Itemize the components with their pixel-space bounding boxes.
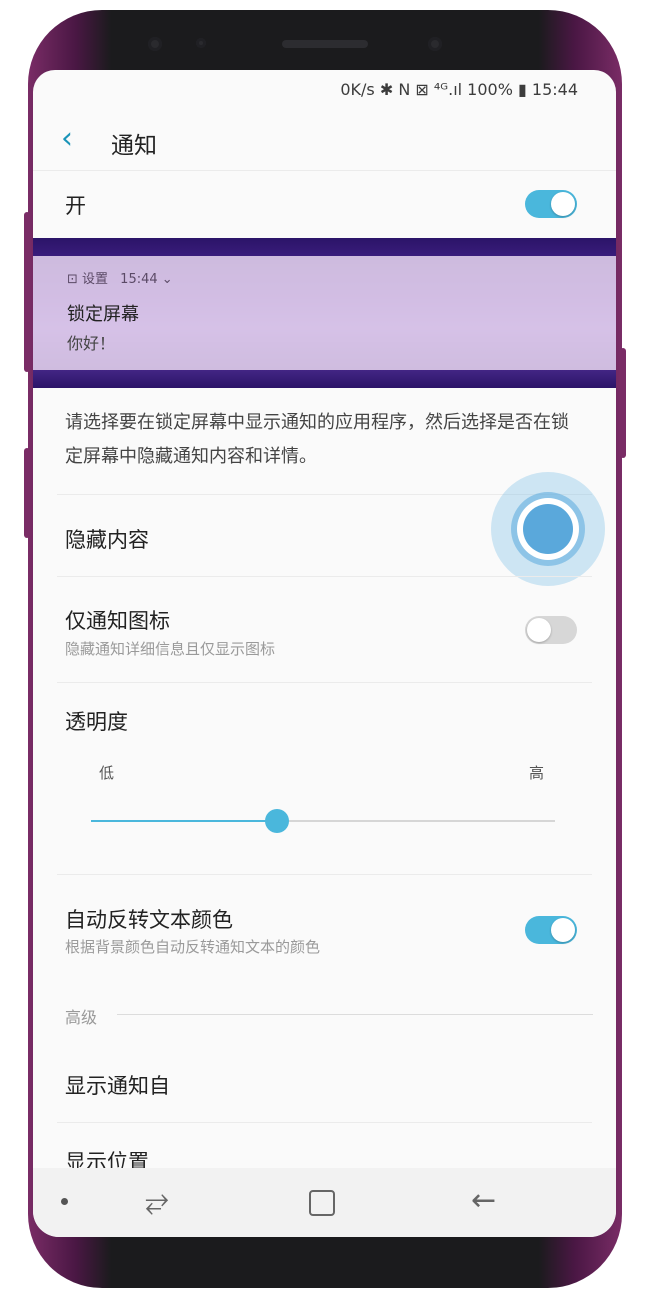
divider: [57, 682, 592, 683]
icons-only-sub: 隐藏通知详细信息且仅显示图标: [65, 640, 276, 658]
master-toggle[interactable]: [525, 190, 577, 218]
home-icon[interactable]: [309, 1190, 335, 1216]
toggle-knob: [527, 618, 551, 642]
toggle-knob: [551, 918, 575, 942]
sensor: [148, 37, 162, 51]
app-header: ‹ 通知: [33, 114, 616, 170]
hide-content-label: 隐藏内容: [65, 528, 149, 552]
slider-fill: [91, 820, 277, 822]
description-text: 请选择要在锁定屏幕中显示通知的应用程序，然后选择是否在锁定屏幕中隐藏通知内容和详…: [65, 412, 569, 467]
front-camera: [428, 37, 442, 51]
transparency-label: 透明度: [65, 710, 128, 734]
back-chevron-icon[interactable]: ‹: [61, 124, 73, 154]
bixby-button: [24, 448, 30, 538]
navigation-bar: ⥂ ←: [33, 1168, 616, 1237]
transparency-slider[interactable]: [91, 809, 555, 833]
auto-invert-toggle[interactable]: [525, 916, 577, 944]
slider-thumb[interactable]: [264, 809, 289, 833]
lockscreen-preview: ⊡ 设置 15:44 ⌄ 锁定屏幕 你好！: [33, 238, 616, 388]
back-arrow-icon[interactable]: ←: [471, 1182, 496, 1220]
auto-invert-label: 自动反转文本颜色: [65, 908, 233, 932]
divider: [57, 874, 592, 875]
recent-apps-icon[interactable]: ⥂: [145, 1182, 169, 1220]
divider: [57, 576, 592, 577]
notification-body: 你好！: [67, 334, 116, 353]
toggle-knob: [551, 192, 575, 216]
auto-invert-sub: 根据背景颜色自动反转通知文本的颜色: [65, 938, 321, 956]
divider: [57, 1122, 592, 1123]
notification-app: ⊡ 设置: [67, 272, 109, 287]
icons-only-toggle[interactable]: [525, 616, 577, 644]
icons-only-label: 仅通知图标: [65, 609, 170, 633]
notification-title: 锁定屏幕: [67, 304, 139, 325]
notification-time: 15:44 ⌄: [120, 272, 173, 287]
show-from-label[interactable]: 显示通知自: [65, 1070, 170, 1100]
volume-button: [24, 212, 30, 372]
screen: 0K/s ✱ N ⊠ ⁴ᴳ.ıl 100% ▮ 15:44 ‹ 通知 开 ⊡ 设…: [33, 70, 616, 1237]
advanced-section-header: 高级: [65, 1008, 98, 1027]
transparency-high-label: 高: [529, 764, 545, 782]
status-bar: 0K/s ✱ N ⊠ ⁴ᴳ.ıl 100% ▮ 15:44: [340, 80, 578, 99]
notification-card: ⊡ 设置 15:44 ⌄ 锁定屏幕 你好！: [33, 256, 616, 370]
hide-content-radio[interactable]: [523, 504, 573, 554]
earpiece-speaker: [282, 40, 368, 48]
transparency-low-label: 低: [99, 764, 115, 782]
notification-meta: ⊡ 设置 15:44 ⌄: [67, 268, 173, 287]
header-divider: [33, 170, 616, 171]
power-button: [620, 348, 626, 458]
master-toggle-label: 开: [65, 194, 86, 218]
page-title: 通知: [111, 133, 157, 159]
iris-sensor: [196, 38, 206, 48]
nav-dot-icon[interactable]: [61, 1198, 68, 1205]
section-divider: [117, 1014, 593, 1015]
